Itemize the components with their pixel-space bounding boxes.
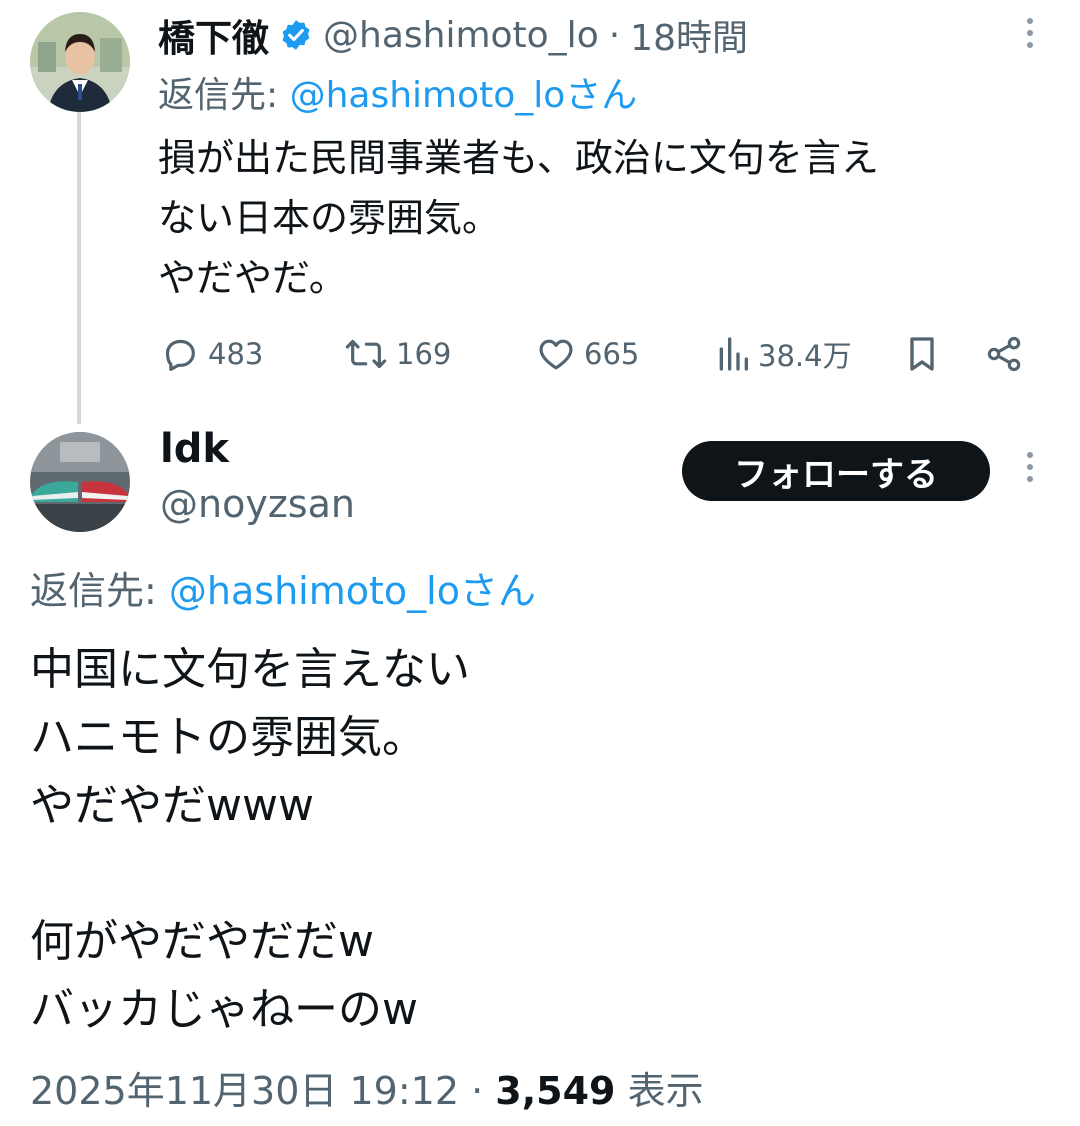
separator-dot: · (471, 1069, 484, 1113)
reply-tweet-text: 中国に文句を言えない ハニモトの雰囲気。 やだやだwww 何がやだやだだw バッ… (30, 636, 1050, 1044)
tweet-text-line (30, 840, 1050, 908)
separator-dot: · (608, 14, 621, 56)
reply-count: 483 (208, 337, 264, 371)
tweet-text-line: 中国に文句を言えない (30, 644, 470, 695)
like-button[interactable]: 665 (536, 326, 639, 382)
views-icon (719, 337, 748, 371)
reply-to-line: 返信先: @hashimoto_loさん (30, 560, 536, 615)
author-name[interactable]: ldk (160, 426, 229, 472)
reply-to-mention[interactable]: @hashimoto_loさん (290, 75, 638, 116)
more-options-icon[interactable] (1018, 452, 1042, 492)
views-count: 38.4万 (758, 339, 852, 373)
reply-button[interactable]: 483 (160, 326, 263, 382)
retweet-icon (345, 339, 387, 369)
reply-to-mention[interactable]: @hashimoto_loさん (169, 569, 536, 613)
action-bar: 483 169 665 38.4万 (158, 326, 1038, 382)
parent-tweet-header: 橋下徹 @hashimoto_lo · 18時間 (158, 8, 748, 62)
reply-to-label: 返信先: (158, 75, 279, 116)
reply-icon (165, 339, 195, 371)
tweet-text-line: ない日本の雰囲気。 (158, 196, 501, 240)
tweet-text-line: やだやだwww (30, 780, 314, 831)
author-handle[interactable]: @noyzsan (160, 482, 355, 526)
share-icon (987, 336, 1021, 372)
tweet-meta: 2025年11月30日 19:12 · 3,549 表示 (30, 1060, 704, 1115)
parent-tweet-text: 損が出た民間事業者も、政治に文句を言え ない日本の雰囲気。 やだやだ。 (158, 128, 1038, 308)
tweet-text-line: 何がやだやだだw (30, 916, 374, 967)
tweet-text-line: バッカじゃねーのw (30, 984, 418, 1035)
tweet-thread: 橋下徹 @hashimoto_lo · 18時間 返信先: @hashimoto… (0, 0, 1080, 1126)
reply-to-label: 返信先: (30, 569, 157, 613)
tweet-text-line: 損が出た民間事業者も、政治に文句を言え (158, 136, 879, 180)
like-count: 665 (584, 337, 640, 371)
view-label: 表示 (627, 1069, 704, 1113)
tweet-time[interactable]: 18時間 (630, 9, 748, 61)
author-handle[interactable]: @hashimoto_lo (323, 15, 599, 56)
views-button[interactable]: 38.4万 (716, 326, 852, 382)
tweet-timestamp[interactable]: 2025年11月30日 19:12 (30, 1069, 459, 1113)
tweet-text-line: やだやだ。 (158, 256, 347, 300)
tweet-text-line: ハニモトの雰囲気。 (30, 712, 426, 763)
avatar-photo-hashimoto (30, 12, 130, 112)
like-icon (539, 339, 573, 370)
avatar[interactable] (30, 12, 130, 112)
retweet-button[interactable]: 169 (344, 326, 451, 382)
author-name[interactable]: 橋下徹 (158, 8, 269, 62)
avatar[interactable] (30, 432, 130, 532)
avatar-photo-trains (30, 432, 130, 532)
follow-button[interactable]: フォローする (682, 441, 990, 501)
share-button[interactable] (984, 326, 1024, 382)
retweet-count: 169 (396, 337, 452, 371)
thread-connector-line (77, 112, 81, 424)
view-count: 3,549 (495, 1069, 616, 1113)
verified-badge-icon (279, 18, 313, 52)
more-options-icon[interactable] (1018, 18, 1042, 58)
reply-to-line: 返信先: @hashimoto_loさん (158, 66, 637, 118)
bookmark-button[interactable] (904, 326, 940, 382)
bookmark-icon (910, 337, 934, 371)
